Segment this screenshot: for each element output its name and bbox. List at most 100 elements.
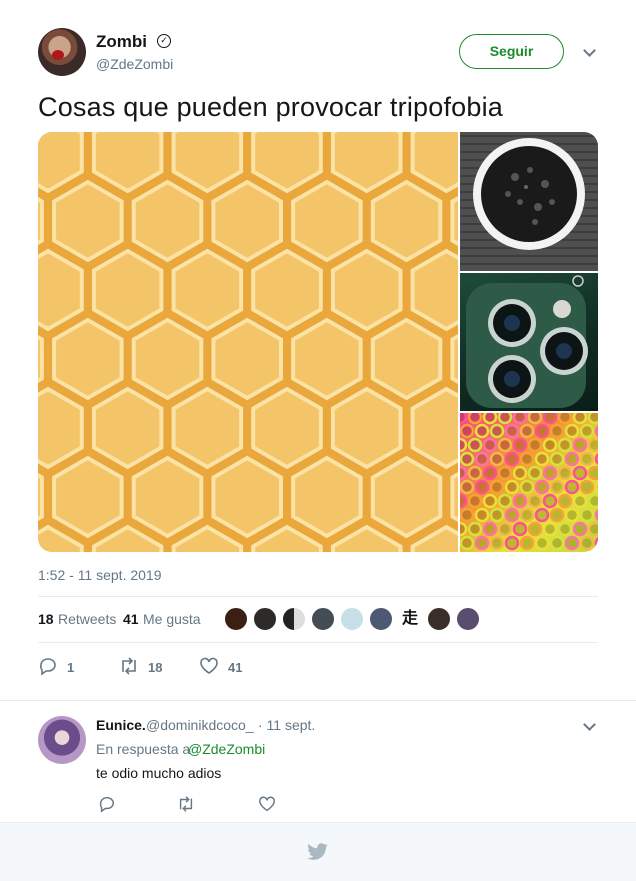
reply-count: 1: [67, 660, 75, 675]
liker-avatar[interactable]: [456, 607, 480, 631]
honeycomb-cell: [291, 455, 363, 539]
retweet-icon[interactable]: [176, 795, 196, 813]
straw-opening: [460, 465, 468, 481]
straw-opening: [519, 507, 535, 523]
straw-opening: [460, 437, 468, 453]
liker-avatar[interactable]: 走: [398, 607, 422, 631]
straw-opening: [549, 479, 565, 495]
straw-opening: [564, 479, 580, 495]
honeycomb-cell: [131, 317, 204, 401]
likes-count[interactable]: 41: [123, 611, 139, 627]
liker-avatar[interactable]: [340, 607, 364, 631]
liker-avatar[interactable]: [427, 607, 451, 631]
honeycomb-cell: [410, 386, 458, 470]
tweet-text: Cosas que pueden provocar tripofobia: [38, 92, 504, 122]
honeycomb-cell: [291, 317, 363, 401]
straw-opening: [497, 437, 513, 453]
straw-opening: [482, 465, 498, 481]
honeycomb-cell: [370, 179, 443, 263]
honeycomb-cell: [171, 386, 244, 470]
retweets-label[interactable]: Retweets: [58, 611, 116, 627]
straw-opening: [467, 465, 483, 481]
straw-opening: [489, 507, 505, 523]
heart-icon[interactable]: [258, 795, 276, 813]
reply-author-name[interactable]: Eunice.: [96, 717, 146, 733]
liker-avatar[interactable]: [224, 607, 248, 631]
straw-opening: [460, 451, 475, 467]
straw-opening: [549, 507, 565, 523]
liker-avatar[interactable]: [369, 607, 393, 631]
footer: [0, 822, 636, 881]
honeycomb-cell: [251, 524, 323, 552]
honeycomb-cell: [91, 132, 164, 194]
straw-opening: [557, 465, 573, 481]
liker-avatar[interactable]: [282, 607, 306, 631]
retweet-icon: [122, 657, 136, 675]
straw-opening: [542, 465, 558, 481]
reply-text: te odio mucho adios: [96, 765, 222, 781]
straw-opening: [512, 521, 528, 537]
straw-opening: [519, 451, 535, 467]
chevron-down-icon[interactable]: [583, 44, 596, 57]
coffee-cup-drawing: [473, 138, 585, 250]
liker-avatar[interactable]: [311, 607, 335, 631]
honeycomb-cell: [330, 132, 403, 194]
chevron-down-icon[interactable]: [583, 718, 596, 731]
honeycomb-cell: [211, 179, 283, 263]
reply-to-mention[interactable]: @ZdeZombi: [188, 741, 265, 757]
likes-label[interactable]: Me gusta: [143, 611, 201, 627]
reply-icon[interactable]: [98, 795, 116, 813]
reply-to-prefix: En respuesta a: [96, 741, 191, 757]
author-handle[interactable]: @ZdeZombi: [96, 56, 173, 72]
straw-opening: [512, 413, 528, 425]
straw-opening: [497, 465, 513, 481]
divider: [38, 642, 598, 643]
honeycomb-cell: [211, 455, 283, 539]
honeycomb-cell: [52, 179, 124, 263]
straw-opening: [579, 451, 595, 467]
twitter-bird-icon[interactable]: [307, 843, 329, 861]
straw-opening: [527, 465, 543, 481]
tweet-timestamp[interactable]: 1:52 - 11 sept. 2019: [38, 567, 162, 583]
straw-opening: [497, 493, 513, 509]
straw-opening: [594, 508, 598, 522]
straw-opening: [579, 423, 595, 439]
liker-avatar[interactable]: [253, 607, 277, 631]
straw-opening: [504, 423, 520, 439]
straws-image[interactable]: [460, 413, 598, 552]
straw-opening: [587, 465, 598, 481]
straws-pattern: [460, 413, 598, 551]
follow-button[interactable]: Seguir: [459, 34, 564, 69]
honeycomb-cell: [330, 524, 403, 552]
retweets-count[interactable]: 18: [38, 611, 54, 627]
straw-opening: [564, 451, 580, 467]
phone-cameras-image[interactable]: [460, 273, 598, 411]
straw-opening: [594, 452, 598, 466]
honeycomb-cell: [38, 132, 84, 194]
straw-opening: [460, 535, 475, 551]
straw-opening: [460, 521, 468, 537]
honeycomb-cell: [330, 248, 403, 332]
reply-author-handle[interactable]: @dominikdcoco_: [146, 717, 254, 733]
reply-date[interactable]: · 11 sept.: [258, 717, 315, 733]
straw-opening: [534, 423, 550, 439]
honeycomb-cell: [251, 386, 323, 470]
honeycomb-image[interactable]: [38, 132, 458, 552]
author-avatar[interactable]: [38, 28, 86, 76]
straw-opening: [564, 507, 580, 523]
reply-author-avatar[interactable]: [38, 716, 86, 764]
honeycomb-cell: [91, 248, 164, 332]
straw-opening: [549, 451, 565, 467]
straw-opening: [549, 423, 565, 439]
straw-opening: [474, 507, 490, 523]
honeycomb-cell: [131, 455, 204, 539]
honeycomb-cell: [370, 455, 443, 539]
retweet-count: 18: [148, 660, 163, 675]
straw-opening: [519, 423, 535, 439]
straw-opening: [564, 423, 580, 439]
divider: [0, 700, 636, 701]
straw-opening: [579, 507, 595, 523]
straw-opening: [534, 479, 550, 495]
author-name[interactable]: Zombi: [96, 32, 147, 52]
coffee-cup-image[interactable]: [460, 132, 598, 271]
